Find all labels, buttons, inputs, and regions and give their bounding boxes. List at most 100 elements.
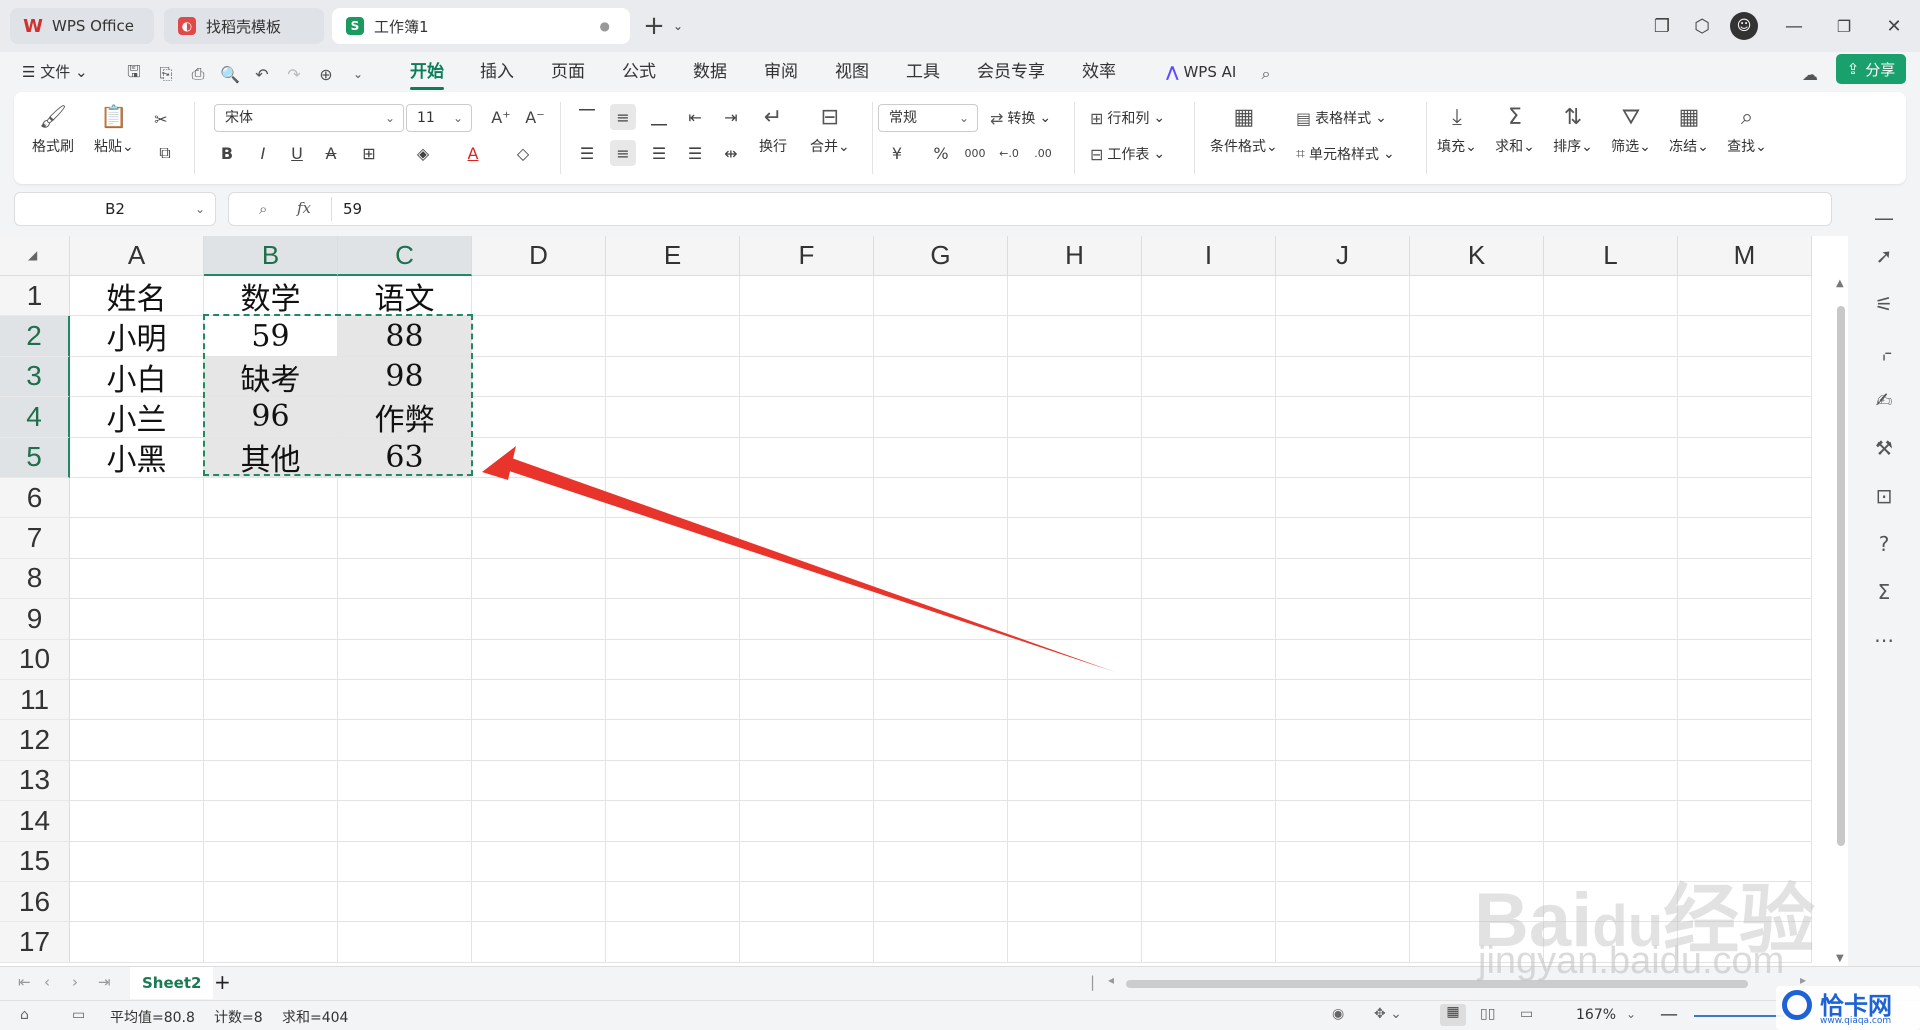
row-header-2[interactable]: 2 — [0, 316, 70, 357]
cell-f4[interactable] — [740, 397, 874, 438]
cell-a1[interactable]: 姓名 — [70, 276, 204, 317]
justify-icon[interactable]: ☰ — [682, 140, 708, 166]
cell-h17[interactable] — [1008, 922, 1142, 963]
cell-e2[interactable] — [606, 316, 740, 357]
row-header-1[interactable]: 1 — [0, 276, 70, 317]
cell-g17[interactable] — [874, 922, 1008, 963]
cell-i11[interactable] — [1142, 680, 1276, 721]
row-col-button[interactable]: ⊞ 行和列 ⌄ — [1090, 106, 1165, 130]
cell-h12[interactable] — [1008, 720, 1142, 761]
cell-i12[interactable] — [1142, 720, 1276, 761]
decrease-indent-icon[interactable]: ⇤ — [682, 104, 708, 130]
next-sheet-icon[interactable]: › — [72, 973, 78, 991]
column-header-a[interactable]: A — [70, 236, 204, 276]
cell-d14[interactable] — [472, 801, 606, 842]
cell-e9[interactable] — [606, 599, 740, 640]
fx-icon[interactable]: fx — [297, 199, 311, 217]
more-icon[interactable]: ⋯ — [1870, 626, 1898, 654]
cell-m11[interactable] — [1678, 680, 1812, 721]
cell-h5[interactable] — [1008, 437, 1142, 478]
tab-data[interactable]: 数据 — [693, 58, 727, 86]
column-header-i[interactable]: I — [1142, 236, 1276, 276]
align-top-icon[interactable]: ⎺ — [574, 104, 600, 130]
cell-l5[interactable] — [1544, 437, 1678, 478]
cell-g4[interactable] — [874, 397, 1008, 438]
cell-h6[interactable] — [1008, 478, 1142, 519]
cell-g7[interactable] — [874, 518, 1008, 559]
normal-view-icon[interactable]: ▦ — [1440, 1004, 1466, 1026]
cell-h11[interactable] — [1008, 680, 1142, 721]
cell-l8[interactable] — [1544, 558, 1678, 600]
cell-f7[interactable] — [740, 518, 874, 559]
scroll-left-icon[interactable]: ◂ — [1108, 973, 1114, 987]
cell-m6[interactable] — [1678, 478, 1812, 519]
cell-e7[interactable] — [606, 518, 740, 559]
row-header-9[interactable]: 9 — [0, 599, 70, 640]
cell-h13[interactable] — [1008, 760, 1142, 802]
cell-d9[interactable] — [472, 599, 606, 640]
cell-g13[interactable] — [874, 760, 1008, 802]
cell-f12[interactable] — [740, 720, 874, 761]
cell-k1[interactable] — [1410, 276, 1544, 317]
currency-icon[interactable]: ¥ — [884, 140, 910, 166]
cell-b7[interactable] — [204, 518, 338, 559]
row-header-15[interactable]: 15 — [0, 841, 70, 882]
row-header-7[interactable]: 7 — [0, 518, 70, 559]
column-header-c[interactable]: C — [338, 236, 472, 276]
paste-button[interactable]: 📋 粘贴⌄ — [94, 102, 134, 156]
cut-icon[interactable]: ✂ — [148, 106, 174, 132]
border-icon[interactable]: ⊞ — [356, 140, 382, 166]
tab-member[interactable]: 会员专享 — [977, 58, 1045, 86]
tab-view[interactable]: 视图 — [835, 58, 869, 86]
cell-k13[interactable] — [1410, 760, 1544, 802]
cell-j12[interactable] — [1276, 720, 1410, 761]
column-header-l[interactable]: L — [1544, 236, 1678, 276]
cell-i5[interactable] — [1142, 437, 1276, 478]
cell-i17[interactable] — [1142, 922, 1276, 963]
zoom-level[interactable]: 167% — [1576, 1007, 1616, 1023]
cell-e12[interactable] — [606, 720, 740, 761]
cell-k7[interactable] — [1410, 518, 1544, 559]
status-count[interactable]: 计数=8 — [214, 1007, 263, 1027]
cell-l13[interactable] — [1544, 760, 1678, 802]
locate-icon[interactable]: ✥ ⌄ — [1374, 1006, 1402, 1022]
cell-d13[interactable] — [472, 760, 606, 802]
table-style-button[interactable]: ▤ 表格样式 ⌄ — [1296, 106, 1387, 130]
cell-a7[interactable] — [70, 518, 204, 559]
cell-c7[interactable] — [338, 518, 472, 559]
cell-e17[interactable] — [606, 922, 740, 963]
undo-icon[interactable]: ↶ — [252, 64, 272, 84]
bold-icon[interactable]: B — [214, 140, 240, 166]
spreadsheet-grid[interactable]: ◢ ABCDEFGHIJKLM 1 2 3 4 5 6 7 8 9 10 11 12 13 14 15 16 1… — [0, 236, 1848, 966]
redo-icon[interactable]: ↷ — [284, 64, 304, 84]
cell-b16[interactable] — [204, 882, 338, 923]
cell-d6[interactable] — [472, 478, 606, 519]
italic-icon[interactable]: I — [250, 140, 276, 166]
cell-f10[interactable] — [740, 639, 874, 680]
scroll-up-icon[interactable]: ▲ — [1836, 278, 1844, 289]
name-box[interactable]: B2 ⌄ — [14, 192, 216, 226]
cell-c10[interactable] — [338, 639, 472, 680]
cell-g1[interactable] — [874, 276, 1008, 317]
worksheet-button[interactable]: ⊟ 工作表 ⌄ — [1090, 142, 1165, 166]
cell-j5[interactable] — [1276, 437, 1410, 478]
conditional-format-button[interactable]: ▦ 条件格式⌄ — [1210, 102, 1278, 156]
cell-a4[interactable]: 小兰 — [70, 397, 204, 438]
cell-d8[interactable] — [472, 558, 606, 600]
cell-d7[interactable] — [472, 518, 606, 559]
cell-k10[interactable] — [1410, 639, 1544, 680]
cell-i7[interactable] — [1142, 518, 1276, 559]
cell-d10[interactable] — [472, 639, 606, 680]
cell-m12[interactable] — [1678, 720, 1812, 761]
cell-g15[interactable] — [874, 841, 1008, 882]
tab-efficiency[interactable]: 效率 — [1082, 58, 1116, 86]
cell-d12[interactable] — [472, 720, 606, 761]
cell-i10[interactable] — [1142, 639, 1276, 680]
cell-h15[interactable] — [1008, 841, 1142, 882]
select-all-corner[interactable]: ◢ — [0, 236, 70, 276]
cell-h1[interactable] — [1008, 276, 1142, 317]
status-average[interactable]: 平均值=80.8 — [110, 1007, 195, 1027]
cell-m2[interactable] — [1678, 316, 1812, 357]
row-header-14[interactable]: 14 — [0, 801, 70, 842]
cell-style-button[interactable]: ⌗ 单元格样式 ⌄ — [1296, 142, 1395, 166]
